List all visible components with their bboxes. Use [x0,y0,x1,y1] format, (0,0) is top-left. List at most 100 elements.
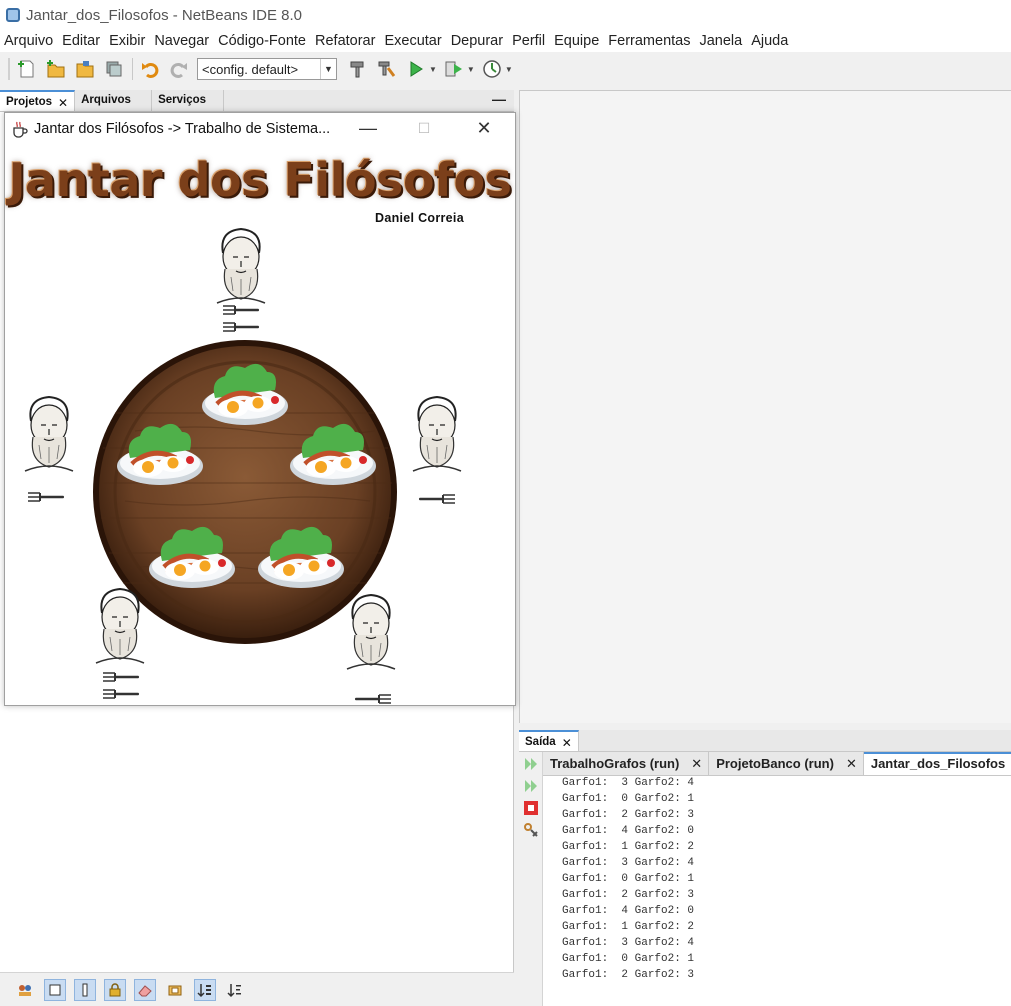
run-icon [410,61,423,77]
fork-top-1 [222,305,260,315]
tab-saida[interactable]: Saída ✕ [519,730,579,751]
fork-bottom-right [354,694,392,704]
debug-button[interactable] [443,58,465,80]
show-private-toggle[interactable] [104,978,126,1001]
menu-perfil[interactable]: Perfil [512,33,545,49]
show-inherited-toggle[interactable] [134,978,156,1001]
console-line: Garfo1: 2 Garfo2: 3 [562,889,695,901]
output-window-tabs: Saída ✕ [519,730,1011,752]
console-line: Garfo1: 4 Garfo2: 0 [562,905,695,917]
rerun-with-options-icon[interactable] [523,778,539,794]
tab-projetobanco-label: ProjetoBanco (run) [716,756,834,771]
menu-refatorar[interactable]: Refatorar [315,33,375,49]
config-select[interactable]: <config. default> ▼ [197,58,337,80]
open-project-button[interactable] [74,58,96,80]
run-dropdown-icon[interactable]: ▼ [429,65,437,74]
fork-right [418,494,456,504]
new-project-icon [47,60,65,78]
menu-depurar[interactable]: Depurar [451,33,503,49]
profile-dropdown-icon[interactable]: ▼ [505,65,513,74]
console-line: Garfo1: 1 Garfo2: 2 [562,921,695,933]
menu-ajuda[interactable]: Ajuda [751,33,788,49]
open-folder-icon [76,61,94,78]
new-file-button[interactable] [16,58,38,80]
tab-trabalhografos-run[interactable]: TrabalhoGrafos (run) ✕ [543,752,710,775]
save-all-button[interactable] [103,58,125,80]
tab-jantar-run[interactable]: Jantar_dos_Filosofos [863,752,1011,775]
console-line: Garfo1: 2 Garfo2: 3 [562,969,695,981]
console-line: Garfo1: 0 Garfo2: 1 [562,873,695,885]
navigator-toolbar [0,972,514,1006]
console-line: Garfo1: 1 Garfo2: 2 [562,841,695,853]
menu-editar[interactable]: Editar [62,33,100,49]
menu-janela[interactable]: Janela [699,33,742,49]
redo-button[interactable] [168,58,190,80]
profile-button[interactable] [481,58,503,80]
menu-exibir[interactable]: Exibir [109,33,145,49]
console-line: Garfo1: 3 Garfo2: 4 [562,937,695,949]
close-icon[interactable]: ✕ [562,736,572,750]
console-line: Garfo1: 0 Garfo2: 1 [562,953,695,965]
menu-equipe[interactable]: Equipe [554,33,599,49]
philosopher-right [412,396,462,472]
show-fields-toggle[interactable] [44,978,66,1001]
members-icon [19,984,31,996]
clean-build-button[interactable] [376,58,398,80]
philosopher-top [216,228,266,304]
console-line: Garfo1: 2 Garfo2: 3 [562,809,695,821]
save-all-icon [106,61,122,77]
build-button[interactable] [347,58,369,80]
philosophers-app-window[interactable]: Jantar dos Filósofos -> Trabalho de Sist… [4,112,516,706]
menu-arquivo[interactable]: Arquivo [4,33,53,49]
new-project-button[interactable] [45,58,67,80]
tab-projetos[interactable]: Projetos ✕ [0,90,76,111]
run-output-tabs: TrabalhoGrafos (run) ✕ ProjetoBanco (run… [543,752,1011,776]
debug-icon [445,61,462,77]
philosopher-left [24,396,74,472]
fork-bottom-left-1 [102,672,140,682]
tab-projetobanco-run[interactable]: ProjetoBanco (run) ✕ [709,752,864,775]
fork-top-2 [222,322,260,332]
close-icon[interactable]: ✕ [846,756,857,775]
run-button[interactable] [405,58,427,80]
tab-projetos-label: Projetos [6,96,53,108]
chevron-down-icon[interactable]: ▼ [320,59,336,79]
config-select-value: <config. default> [202,61,299,77]
menu-executar[interactable]: Executar [384,33,441,49]
fork-left [27,492,65,502]
minimize-panel-button[interactable]: — [492,90,506,111]
tab-trabalhografos-label: TrabalhoGrafos (run) [550,756,680,771]
close-icon[interactable]: ✕ [58,96,68,110]
close-icon[interactable]: ✕ [691,756,702,775]
console-line: Garfo1: 3 Garfo2: 4 [562,777,695,789]
sort-by-source-button[interactable] [224,979,246,1001]
tab-saida-label: Saída [525,736,556,748]
tab-arquivos[interactable]: Arquivos [75,90,153,111]
tab-servicos[interactable]: Serviços [152,90,225,111]
sort-source-icon [227,983,241,997]
menu-codigo-fonte[interactable]: Código-Fonte [218,33,306,49]
tab-arquivos-label: Arquivos [81,94,131,106]
menu-ferramentas[interactable]: Ferramentas [608,33,690,49]
main-toolbar: <config. default> ▼ ▼ ▼ ▼ [0,52,1011,86]
output-console[interactable]: Garfo1: 3 Garfo2: 4 Garfo1: 0 Garfo2: 1 Ga… [546,775,1006,985]
menu-navegar[interactable]: Navegar [154,33,209,49]
hammer-icon [350,61,364,78]
rerun-icon[interactable] [523,756,539,772]
settings-icon[interactable] [523,822,539,838]
lock-icon [109,982,121,996]
console-line: Garfo1: 3 Garfo2: 4 [562,857,695,869]
tab-jantar-label: Jantar_dos_Filosofos [870,756,1006,771]
undo-button[interactable] [139,58,161,80]
show-static-toggle[interactable] [74,978,96,1001]
fork-bottom-left-2 [102,689,140,699]
sort-by-name-toggle[interactable] [194,978,216,1001]
editor-area [519,90,1011,723]
philosopher-bottom-right [346,594,396,670]
debug-dropdown-icon[interactable]: ▼ [467,65,475,74]
show-inner-classes-button[interactable] [164,979,186,1001]
menu-bar: Arquivo Editar Exibir Navegar Código-Fon… [0,30,1011,52]
projects-panel-tabs: Projetos ✕ Arquivos Serviços — [0,90,514,112]
filter-members-button[interactable] [14,979,36,1001]
stop-icon[interactable] [523,800,539,816]
